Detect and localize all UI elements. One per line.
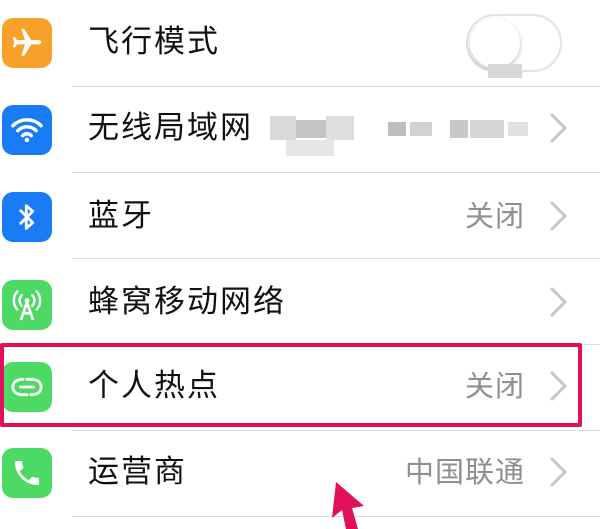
pointer-arrow-icon — [332, 482, 364, 529]
wlan-label: 无线局域网 — [88, 110, 253, 146]
wlan-row[interactable]: 无线局域网 — [0, 86, 600, 172]
blurred-area — [488, 64, 522, 78]
bluetooth-label: 蓝牙 — [88, 198, 154, 234]
carrier-row[interactable]: 运营商 中国联通 — [0, 430, 600, 516]
airplane-mode-label: 飞行模式 — [88, 24, 220, 60]
bluetooth-status: 关闭 — [464, 199, 525, 233]
cellular-antenna-icon — [2, 280, 52, 330]
phone-icon — [2, 448, 52, 498]
cellular-row[interactable]: 蜂窝移动网络 — [0, 258, 600, 344]
carrier-value: 中国联通 — [404, 455, 525, 489]
chevron-right-icon — [549, 200, 568, 232]
toggle-knob — [470, 18, 520, 68]
cellular-label: 蜂窝移动网络 — [88, 284, 286, 320]
bluetooth-row[interactable]: 蓝牙 关闭 — [0, 172, 600, 258]
bluetooth-icon — [2, 192, 52, 242]
chevron-right-icon — [549, 456, 568, 488]
airplane-icon — [2, 18, 52, 68]
wifi-icon — [2, 105, 52, 155]
chevron-right-icon — [549, 112, 568, 144]
highlight-box — [0, 343, 582, 427]
settings-list: 飞行模式 无线局域网 蓝牙 关闭 蜂窝移动网络 个人热点 关闭 运营商 中国联通 — [0, 0, 600, 529]
airplane-mode-row[interactable]: 飞行模式 — [0, 0, 600, 86]
carrier-label: 运营商 — [88, 454, 187, 490]
chevron-right-icon — [549, 286, 568, 318]
